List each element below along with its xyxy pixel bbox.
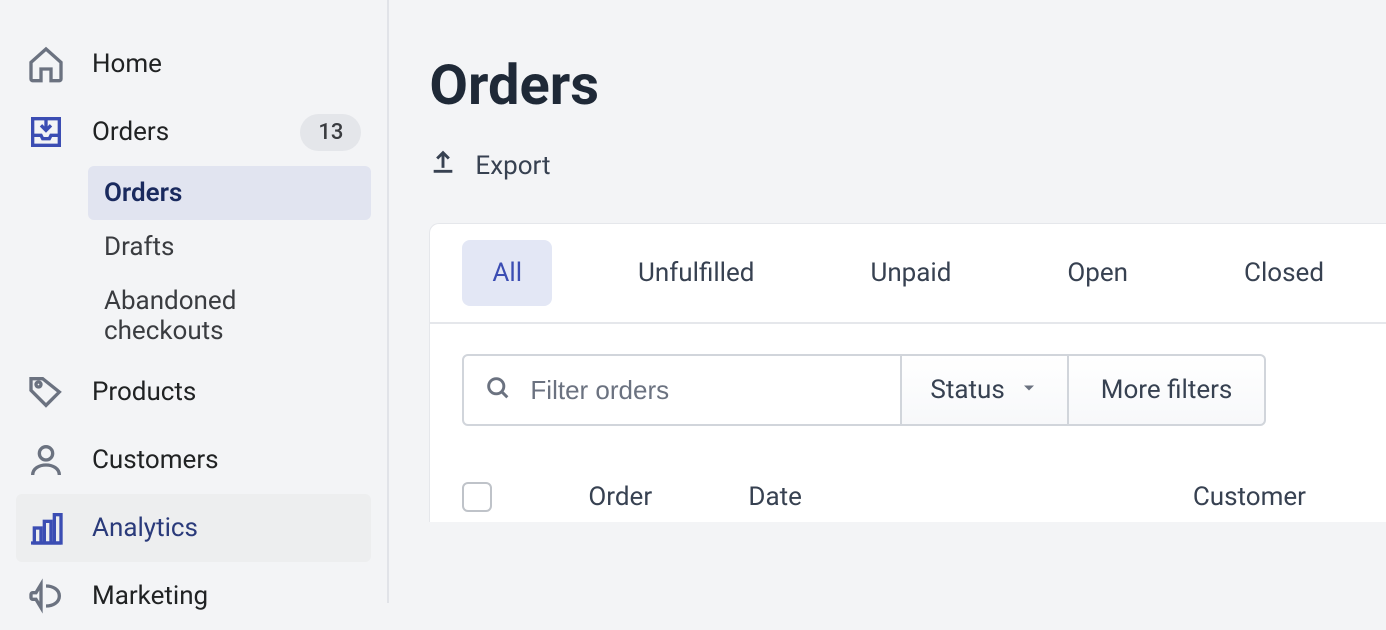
tab-closed[interactable]: Closed <box>1214 240 1354 306</box>
status-dropdown[interactable]: Status <box>902 354 1068 426</box>
page-title: Orders <box>429 52 1386 118</box>
sidebar-item-label: Products <box>92 377 361 407</box>
main-content: Orders Export All Unfulfilled Unpaid Ope… <box>389 0 1386 603</box>
orders-card: All Unfulfilled Unpaid Open Closed Statu… <box>429 223 1386 522</box>
column-order[interactable]: Order <box>588 482 748 512</box>
subnav-orders[interactable]: Orders <box>88 166 371 220</box>
tab-unpaid[interactable]: Unpaid <box>840 240 981 306</box>
sidebar-item-orders[interactable]: Orders 13 <box>16 98 371 166</box>
sidebar-item-customers[interactable]: Customers <box>16 426 371 494</box>
more-filters-button[interactable]: More filters <box>1069 354 1267 426</box>
sidebar-item-analytics[interactable]: Analytics <box>16 494 371 562</box>
more-filters-label: More filters <box>1101 375 1233 405</box>
subnav-abandoned-checkouts[interactable]: Abandoned checkouts <box>88 274 371 358</box>
analytics-icon <box>26 508 66 548</box>
table-header: Order Date Customer <box>430 458 1386 522</box>
sidebar-item-label: Analytics <box>92 513 361 543</box>
chevron-down-icon <box>1019 375 1039 405</box>
status-label: Status <box>930 375 1004 405</box>
inbox-icon <box>26 112 66 152</box>
sidebar: Home Orders 13 Orders Drafts Abandoned c… <box>0 0 389 603</box>
subnav-drafts[interactable]: Drafts <box>88 220 371 274</box>
filter-input[interactable] <box>530 375 880 406</box>
sidebar-item-marketing[interactable]: Marketing <box>16 562 371 630</box>
column-date[interactable]: Date <box>748 482 1108 512</box>
select-all-checkbox[interactable] <box>462 482 492 512</box>
filter-row: Status More filters <box>430 324 1386 458</box>
sidebar-item-label: Orders <box>92 117 274 147</box>
orders-subnav: Orders Drafts Abandoned checkouts <box>88 166 371 358</box>
sidebar-item-products[interactable]: Products <box>16 358 371 426</box>
orders-count-badge: 13 <box>300 114 361 151</box>
tab-open[interactable]: Open <box>1037 240 1158 306</box>
tab-unfulfilled[interactable]: Unfulfilled <box>608 240 784 306</box>
tabs: All Unfulfilled Unpaid Open Closed <box>430 224 1386 324</box>
column-customer[interactable]: Customer <box>1108 482 1354 512</box>
sidebar-item-label: Home <box>92 49 361 79</box>
tag-icon <box>26 372 66 412</box>
sidebar-item-home[interactable]: Home <box>16 30 371 98</box>
sidebar-item-label: Marketing <box>92 581 361 611</box>
export-button[interactable]: Export <box>429 148 550 183</box>
megaphone-icon <box>26 576 66 616</box>
export-icon <box>429 148 457 183</box>
user-icon <box>26 440 66 480</box>
tab-all[interactable]: All <box>462 240 552 306</box>
search-icon <box>484 374 512 406</box>
sidebar-item-label: Customers <box>92 445 361 475</box>
export-label: Export <box>475 151 550 181</box>
filter-search[interactable] <box>462 354 902 426</box>
home-icon <box>26 44 66 84</box>
